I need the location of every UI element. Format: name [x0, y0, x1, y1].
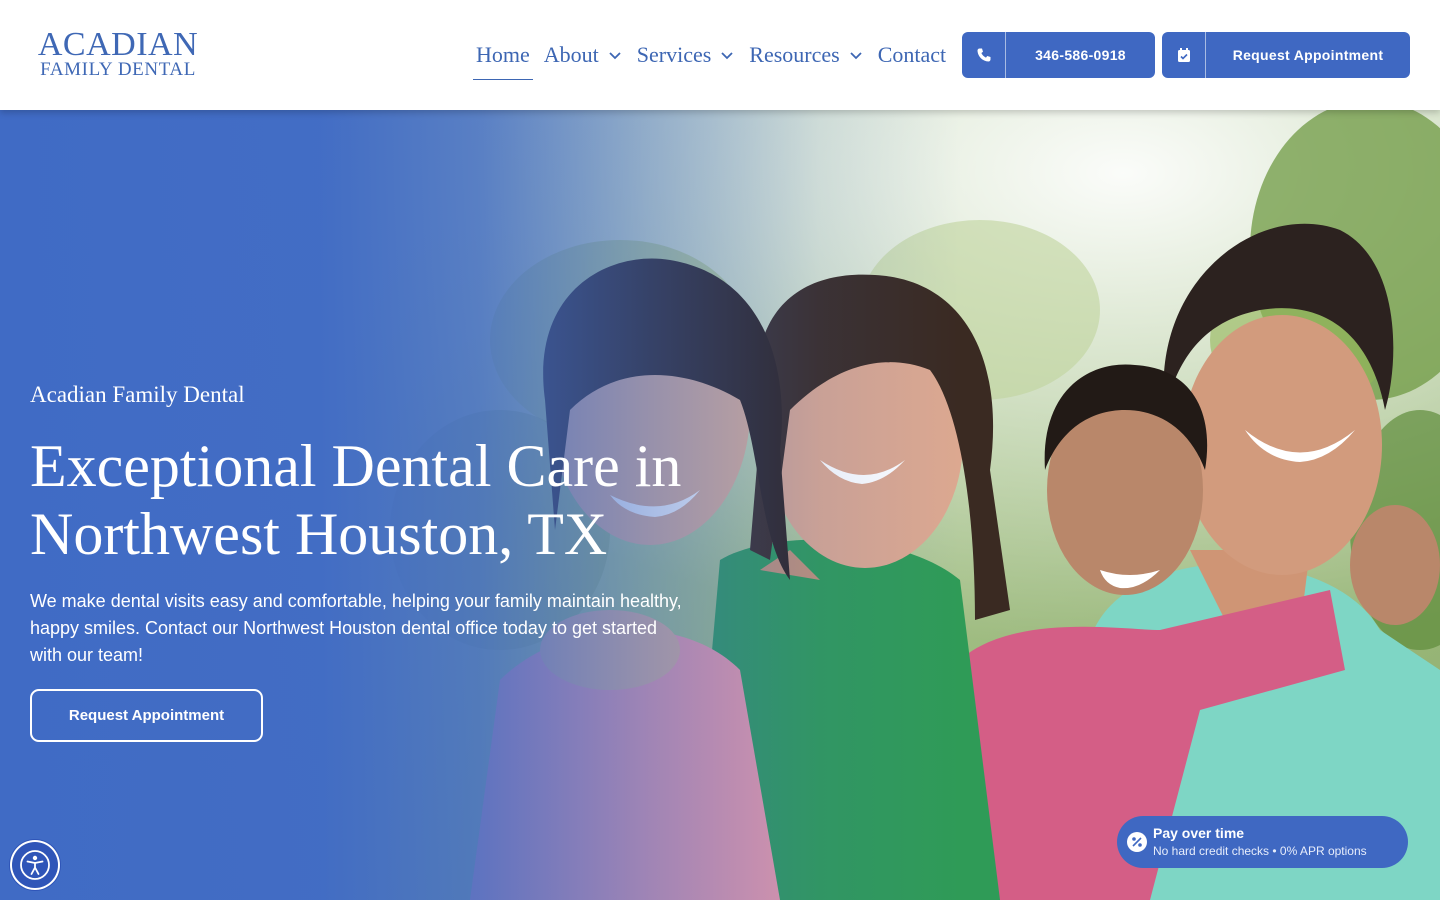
chevron-down-icon — [850, 52, 862, 60]
logo[interactable]: ACADIAN FAMILY DENTAL — [32, 28, 212, 80]
nav-resources[interactable]: Resources — [743, 30, 869, 80]
hero-description: We make dental visits easy and comfortab… — [30, 591, 682, 665]
phone-button[interactable]: 346-586-0918 — [962, 32, 1155, 78]
pay-over-time-title: Pay over time — [1153, 825, 1245, 841]
main-nav: Home About Services Resources Contact — [470, 30, 954, 80]
nav-services-label: Services — [636, 42, 712, 67]
calendar-icon — [1162, 32, 1206, 78]
nav-contact-label: Contact — [877, 42, 947, 67]
chevron-down-icon — [721, 52, 733, 60]
hero-title: Exceptional Dental Care in Northwest Hou… — [30, 433, 682, 567]
pay-over-time-subtitle: No hard credit checks • 0% APR options — [1153, 844, 1367, 858]
request-appointment-header-button[interactable]: Request Appointment — [1162, 32, 1410, 78]
nav-about-label: About — [543, 42, 599, 67]
logo-line-1: ACADIAN — [37, 26, 199, 63]
logo-line-2: FAMILY DENTAL — [40, 59, 196, 80]
hero-section: Acadian Family Dental Exceptional Dental… — [0, 110, 1440, 900]
nav-contact[interactable]: Contact — [872, 30, 952, 80]
percent-icon — [1127, 832, 1147, 852]
request-appointment-header-label: Request Appointment — [1232, 47, 1384, 63]
chevron-down-icon — [609, 52, 621, 60]
phone-button-label: 346-586-0918 — [1035, 47, 1126, 63]
site-header: ACADIAN FAMILY DENTAL Home About Service… — [0, 0, 1440, 110]
nav-home-label: Home — [476, 42, 530, 67]
nav-about[interactable]: About — [538, 30, 629, 80]
pay-over-time-widget[interactable]: Pay over time No hard credit checks • 0%… — [1117, 816, 1408, 868]
request-appointment-hero-button[interactable]: Request Appointment — [30, 689, 263, 742]
accessibility-icon — [20, 850, 50, 880]
nav-services[interactable]: Services — [631, 30, 742, 80]
phone-icon — [962, 32, 1006, 78]
nav-resources-label: Resources — [749, 42, 840, 67]
hero-eyebrow: Acadian Family Dental — [30, 382, 245, 407]
accessibility-button[interactable] — [12, 842, 58, 888]
nav-home[interactable]: Home — [470, 30, 536, 80]
